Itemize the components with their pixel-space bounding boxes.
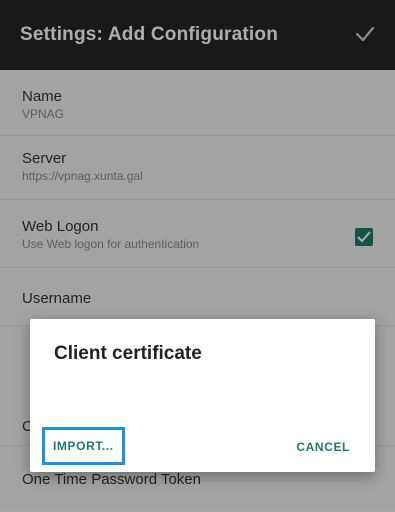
- cancel-button[interactable]: CANCEL: [296, 440, 350, 454]
- dialog-title: Client certificate: [54, 343, 202, 364]
- import-button[interactable]: IMPORT...: [42, 427, 125, 465]
- client-certificate-dialog: Client certificate IMPORT... CANCEL: [30, 319, 375, 472]
